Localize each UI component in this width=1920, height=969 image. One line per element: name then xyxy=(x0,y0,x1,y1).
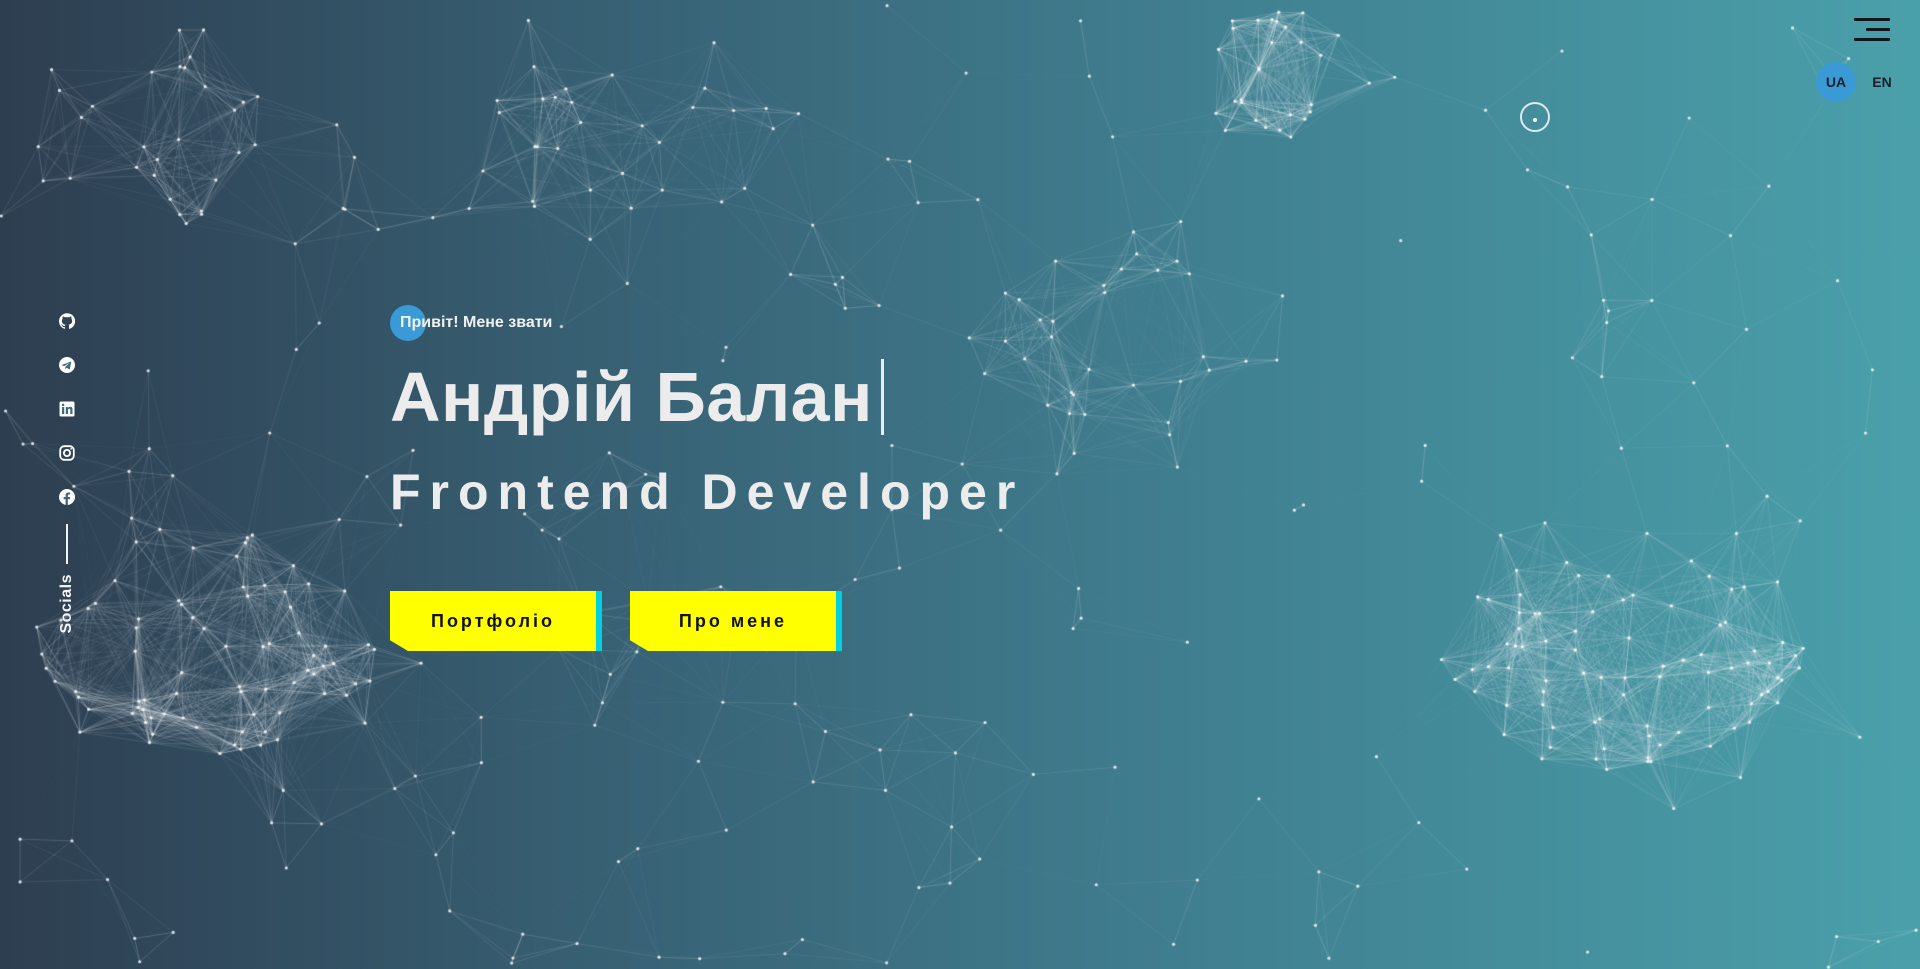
linkedin-link[interactable] xyxy=(56,398,78,420)
instagram-icon xyxy=(59,445,75,461)
facebook-icon xyxy=(59,489,75,505)
github-link[interactable] xyxy=(56,310,78,332)
portfolio-button[interactable]: Портфоліо xyxy=(390,591,596,651)
instagram-link[interactable] xyxy=(56,442,78,464)
socials-bar: Socials xyxy=(56,310,78,634)
github-icon xyxy=(59,313,75,329)
about-button-wrap: Про мене xyxy=(630,591,842,651)
portfolio-button-accent xyxy=(596,591,602,651)
language-switcher: UA EN xyxy=(1816,62,1902,102)
facebook-link[interactable] xyxy=(56,486,78,508)
hero-role: Frontend Developer xyxy=(390,464,1025,520)
about-me-button[interactable]: Про мене xyxy=(630,591,836,651)
telegram-link[interactable] xyxy=(56,354,78,376)
about-button-accent xyxy=(836,591,842,651)
linkedin-icon xyxy=(59,401,75,417)
hero-section: Привіт! Мене звати Андрій Балан Frontend… xyxy=(390,305,1024,651)
hero-name-heading: Андрій Балан xyxy=(390,355,1024,439)
socials-label: Socials xyxy=(58,574,75,634)
cursor-ring xyxy=(1520,102,1550,132)
typing-caret xyxy=(880,359,884,435)
hero-name: Андрій Балан xyxy=(390,358,873,436)
hamburger-menu-icon[interactable] xyxy=(1850,18,1890,44)
greeting: Привіт! Мене звати xyxy=(390,305,1024,341)
lang-en-button[interactable]: EN xyxy=(1862,62,1902,102)
hero-actions: Портфоліо Про мене xyxy=(390,591,1024,651)
telegram-icon xyxy=(59,357,75,373)
socials-divider xyxy=(66,524,68,564)
portfolio-button-wrap: Портфоліо xyxy=(390,591,602,651)
greeting-text: Привіт! Мене звати xyxy=(400,314,553,331)
lang-ua-button[interactable]: UA xyxy=(1816,62,1856,102)
